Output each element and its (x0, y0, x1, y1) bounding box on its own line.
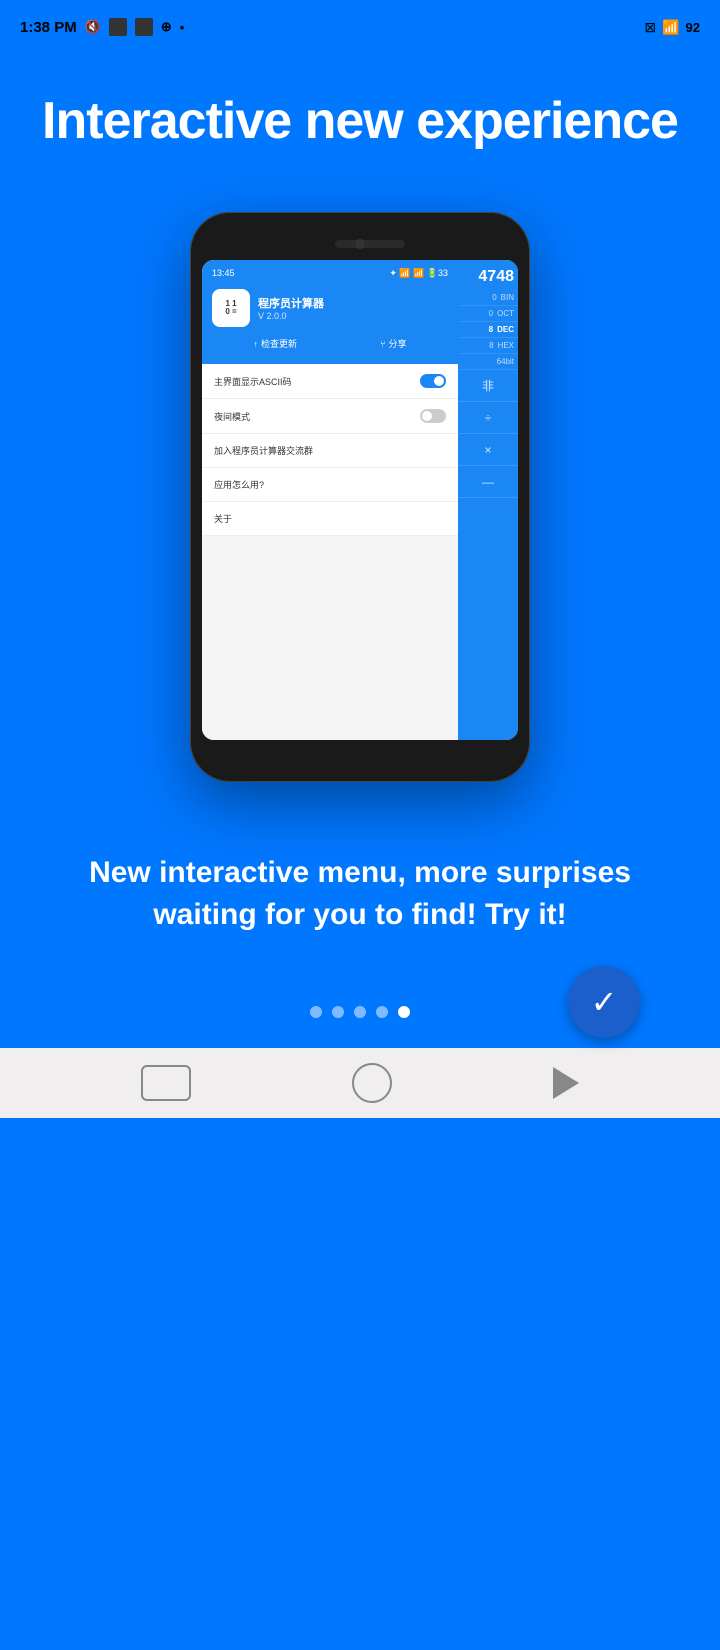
dot-2[interactable] (332, 1006, 344, 1018)
phone-camera (355, 239, 365, 249)
app-icon-1 (109, 18, 127, 36)
settings-label-about: 关于 (214, 512, 232, 525)
page-headline: Interactive new experience (42, 90, 678, 152)
inner-time: 13:45 (212, 268, 235, 279)
nav-home-button[interactable] (352, 1063, 392, 1103)
calc-mode-hex[interactable]: 8 HEX (458, 338, 518, 354)
calc-display: 4748 (458, 260, 518, 290)
bottom-nav (0, 1048, 720, 1118)
mute-icon: 🔇 (85, 19, 101, 35)
share-btn[interactable]: ⑂ 分享 (380, 337, 406, 350)
battery-label: 92 (686, 20, 700, 35)
dot-4[interactable] (376, 1006, 388, 1018)
settings-item-howto[interactable]: 应用怎么用? (202, 468, 458, 502)
calc-mode-bin[interactable]: 0 BIN (458, 290, 518, 306)
main-content: Interactive new experience 13:45 ✦ 📶 📶 🔋… (0, 50, 720, 792)
settings-label-night: 夜间模式 (214, 410, 250, 423)
status-right: ⊠ 📶 92 (644, 19, 700, 36)
time-label: 1:38 PM (20, 19, 77, 36)
phone-top-bar (202, 230, 518, 258)
nav-back-button[interactable] (553, 1067, 579, 1099)
fab-done-button[interactable]: ✓ (568, 966, 640, 1038)
dot-icon: • (180, 20, 185, 35)
settings-label-ascii: 主界面显示ASCII码 (214, 375, 292, 388)
app-name-text: 程序员计算器 (258, 295, 448, 311)
phone-outer: 13:45 ✦ 📶 📶 🔋33 1 10 = 程序员计算器 V 2.0.0 (190, 212, 530, 782)
phone-mockup: 13:45 ✦ 📶 📶 🔋33 1 10 = 程序员计算器 V 2.0.0 (190, 212, 530, 792)
calc-bitlabel: 64bit (458, 354, 518, 370)
dot-3[interactable] (354, 1006, 366, 1018)
screen-header: 13:45 ✦ 📶 📶 🔋33 1 10 = 程序员计算器 V 2.0.0 (202, 260, 458, 364)
settings-item-ascii[interactable]: 主界面显示ASCII码 (202, 364, 458, 399)
calc-op-sub[interactable]: — (458, 466, 518, 498)
settings-item-about[interactable]: 关于 (202, 502, 458, 536)
share-icon: ⑂ (380, 339, 385, 349)
settings-list: 主界面显示ASCII码 夜间模式 加入程序员计算器交流群 应用怎么用? (202, 364, 458, 740)
inner-icons: ✦ 📶 📶 🔋33 (389, 268, 448, 279)
phone-screen: 13:45 ✦ 📶 📶 🔋33 1 10 = 程序员计算器 V 2.0.0 (202, 260, 518, 740)
calc-modes: 0 BIN 0 OCT 8 DEC 8 HEX (458, 290, 518, 370)
update-icon: ↑ (254, 339, 259, 349)
calc-mode-oct[interactable]: 0 OCT (458, 306, 518, 322)
screen-left: 13:45 ✦ 📶 📶 🔋33 1 10 = 程序员计算器 V 2.0.0 (202, 260, 458, 740)
status-left: 1:38 PM 🔇 ⊕ • (20, 18, 184, 36)
battery-x-icon: ⊠ (644, 19, 656, 36)
screen-actions: ↑ 检查更新 ⑂ 分享 (212, 333, 448, 356)
settings-item-community[interactable]: 加入程序员计算器交流群 (202, 434, 458, 468)
check-icon: ✓ (591, 983, 618, 1021)
status-bar: 1:38 PM 🔇 ⊕ • ⊠ 📶 92 (0, 0, 720, 50)
app-icon-2 (135, 18, 153, 36)
phone-speaker (335, 240, 405, 248)
calc-ops: 非 ÷ × — (458, 370, 518, 740)
app-title-col: 程序员计算器 V 2.0.0 (258, 295, 448, 321)
wifi-icon: 📶 (662, 19, 679, 36)
screen-right: 4748 0 BIN 0 OCT 8 DEC (458, 260, 518, 740)
toggle-night[interactable] (420, 409, 446, 423)
app-info-row: 1 10 = 程序员计算器 V 2.0.0 (212, 283, 448, 333)
pagination: ✓ (40, 986, 680, 1048)
calc-op-div[interactable]: ÷ (458, 402, 518, 434)
app-icon-small: 1 10 = (212, 289, 250, 327)
nav-recent-button[interactable] (141, 1065, 191, 1101)
dot-5-active[interactable] (398, 1006, 410, 1018)
settings-item-night[interactable]: 夜间模式 (202, 399, 458, 434)
bottom-description: New interactive menu, more surprises wai… (40, 792, 680, 986)
toggle-ascii[interactable] (420, 374, 446, 388)
settings-label-howto: 应用怎么用? (214, 478, 264, 491)
layers-icon: ⊕ (161, 19, 172, 35)
settings-label-community: 加入程序员计算器交流群 (214, 444, 313, 457)
calc-mode-dec[interactable]: 8 DEC (458, 322, 518, 338)
dot-1[interactable] (310, 1006, 322, 1018)
app-version: V 2.0.0 (258, 311, 448, 321)
calc-op-mul[interactable]: × (458, 434, 518, 466)
calc-op-not[interactable]: 非 (458, 370, 518, 402)
screen-statusbar: 13:45 ✦ 📶 📶 🔋33 (212, 268, 448, 279)
check-update-btn[interactable]: ↑ 检查更新 (254, 337, 298, 350)
